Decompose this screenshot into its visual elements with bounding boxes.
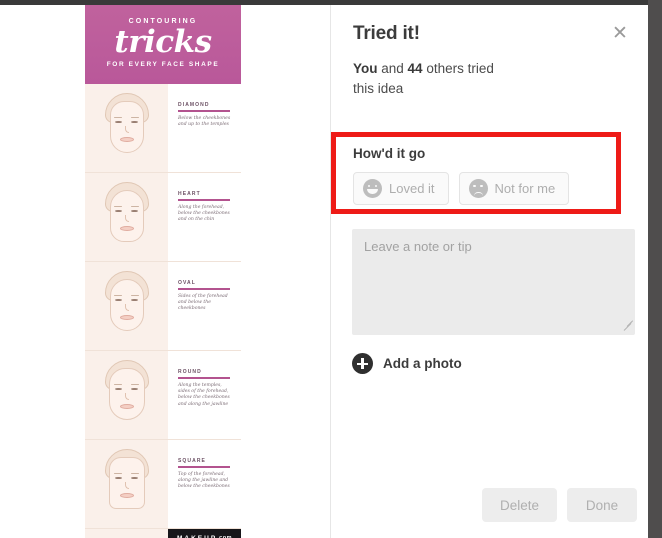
screenshot-root: CONTOURING tricks FOR EVERY FACE SHAPE D… xyxy=(0,0,662,538)
rating-section-label: How'd it go xyxy=(353,146,426,161)
plus-circle-icon xyxy=(352,353,373,374)
face-illustration xyxy=(85,351,168,439)
modal-title: Tried it! xyxy=(353,23,420,44)
not-for-me-button[interactable]: Not for me xyxy=(458,172,570,205)
modal-header: Tried it! ✕ xyxy=(331,5,648,45)
tried-mid-label: and xyxy=(377,61,408,76)
shape-text: HEART Along the forehead, below the chee… xyxy=(168,173,241,261)
modal-footer-actions: Delete Done xyxy=(481,488,637,522)
infographic-header: CONTOURING tricks FOR EVERY FACE SHAPE xyxy=(85,5,241,84)
tried-summary: You and 44 others tried this idea xyxy=(331,45,516,99)
brand-name: MAKEUP xyxy=(176,534,218,538)
close-icon[interactable]: ✕ xyxy=(610,23,630,43)
shape-row: DIAMOND Below the cheekbones and up to t… xyxy=(85,84,241,173)
shape-rule xyxy=(178,377,230,379)
face-illustration xyxy=(85,262,168,350)
window-right-edge xyxy=(648,0,662,538)
infographic-footer: MAKEUP .com xyxy=(85,529,241,538)
face-illustration xyxy=(85,173,168,261)
shape-description: Top of the forehead, along the jawline a… xyxy=(178,471,230,490)
add-photo-label: Add a photo xyxy=(383,356,462,371)
done-button[interactable]: Done xyxy=(567,488,637,522)
frowning-face-icon xyxy=(468,179,488,198)
shape-text: DIAMOND Below the cheekbones and up to t… xyxy=(168,84,241,172)
shape-description: Along the temples, sides of the forehead… xyxy=(178,382,230,407)
rating-row: Loved it Not for me xyxy=(353,172,613,205)
shape-row: ROUND Along the temples, sides of the fo… xyxy=(85,351,241,440)
tried-you-label: You xyxy=(353,61,378,76)
brand-logo: MAKEUP .com xyxy=(168,529,241,538)
shape-text: SQUARE Top of the forehead, along the ja… xyxy=(168,440,241,528)
shape-title: HEART xyxy=(178,191,201,197)
rating-section: How'd it go Loved it Not for me xyxy=(353,146,613,205)
shape-row: HEART Along the forehead, below the chee… xyxy=(85,173,241,262)
infographic-subtitle: FOR EVERY FACE SHAPE xyxy=(106,61,220,68)
shape-description: Along the forehead, below the cheekbones… xyxy=(178,204,230,223)
shape-title: OVAL xyxy=(178,280,196,286)
infographic-kicker: CONTOURING xyxy=(128,18,198,25)
loved-it-button[interactable]: Loved it xyxy=(353,172,449,205)
shape-description: Sides of the forehead and below the chee… xyxy=(178,293,228,312)
shape-title: SQUARE xyxy=(178,458,206,464)
face-illustration xyxy=(85,84,168,172)
face-illustration xyxy=(85,440,168,528)
infographic-title: tricks xyxy=(114,24,212,60)
shape-text: OVAL Sides of the forehead and below the… xyxy=(168,262,241,350)
shape-text: ROUND Along the temples, sides of the fo… xyxy=(168,351,241,439)
shape-description: Below the cheekbones and up to the templ… xyxy=(178,115,231,127)
loved-it-label: Loved it xyxy=(389,181,435,196)
shape-title: DIAMOND xyxy=(178,102,210,108)
shape-rule xyxy=(178,110,230,112)
delete-button[interactable]: Delete xyxy=(481,488,557,522)
shape-rule xyxy=(178,288,230,290)
shape-row: SQUARE Top of the forehead, along the ja… xyxy=(85,440,241,529)
note-input[interactable] xyxy=(352,229,635,335)
shape-rule xyxy=(178,466,230,468)
shape-rule xyxy=(178,199,230,201)
shape-row: OVAL Sides of the forehead and below the… xyxy=(85,262,241,351)
smiley-face-icon xyxy=(363,179,382,198)
not-for-me-label: Not for me xyxy=(494,181,556,196)
tried-count: 44 xyxy=(407,61,423,76)
shape-title: ROUND xyxy=(178,369,202,375)
pin-image[interactable]: CONTOURING tricks FOR EVERY FACE SHAPE D… xyxy=(85,5,241,538)
add-photo-button[interactable]: Add a photo xyxy=(352,353,462,374)
